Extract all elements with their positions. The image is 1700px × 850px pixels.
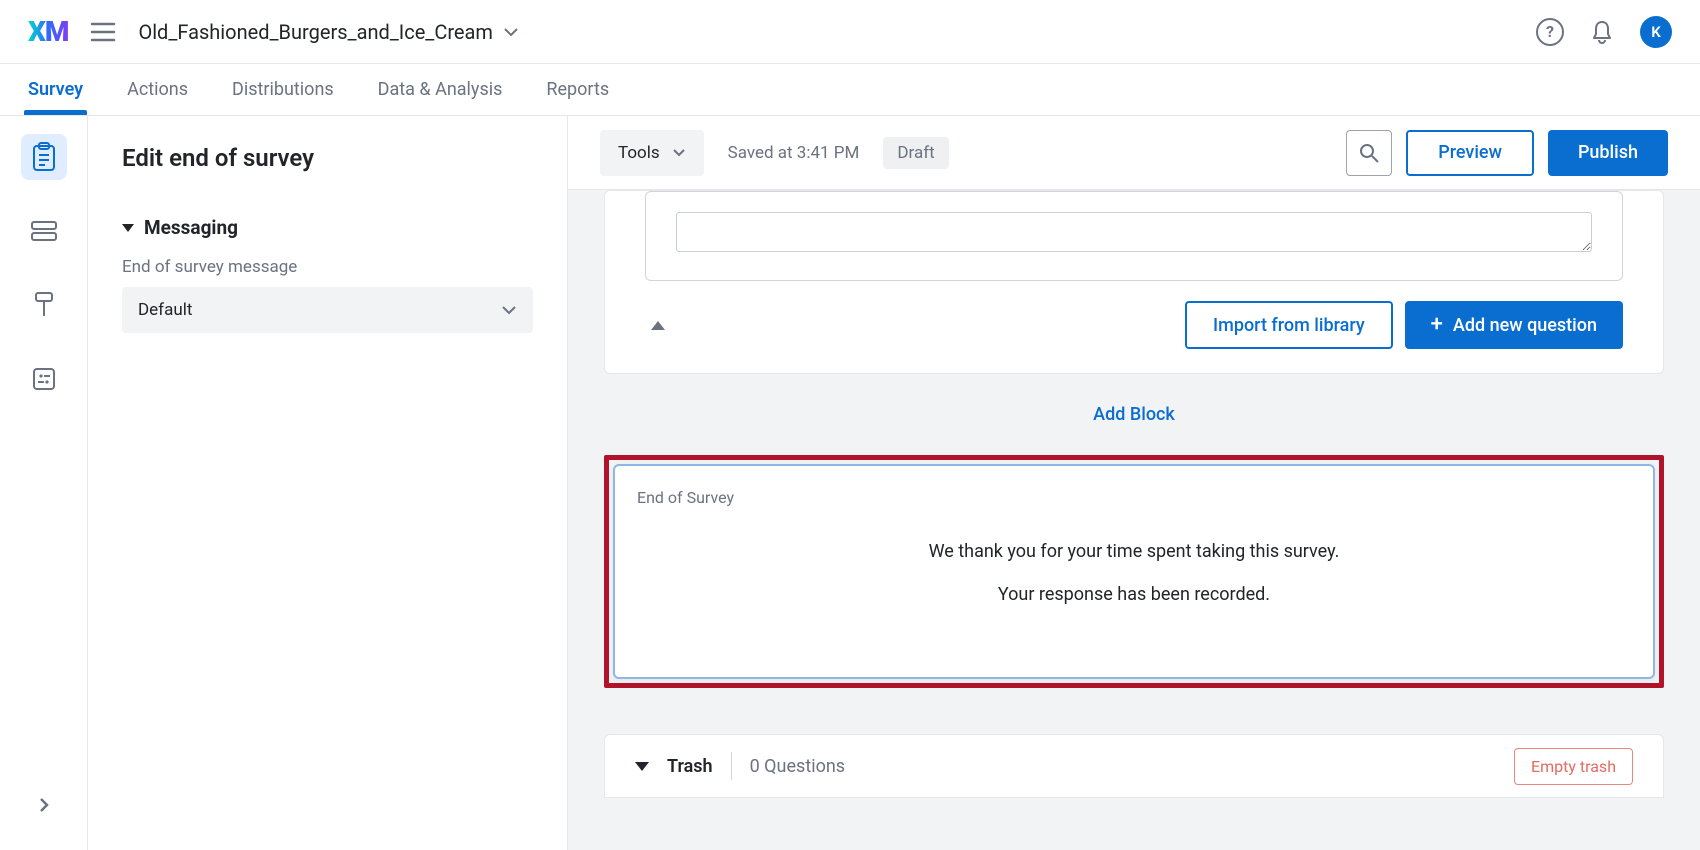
trash-section: Trash 0 Questions Empty trash <box>604 734 1664 798</box>
tab-distributions[interactable]: Distributions <box>232 65 334 114</box>
rail-survey-flow[interactable] <box>21 208 67 254</box>
tools-menu[interactable]: Tools <box>600 130 704 176</box>
rail-survey-options[interactable] <box>21 356 67 402</box>
section-messaging[interactable]: Messaging <box>122 216 533 239</box>
project-name: Old_Fashioned_Burgers_and_Ice_Cream <box>138 20 493 44</box>
end-of-survey-line1: We thank you for your time spent taking … <box>637 541 1631 562</box>
add-block-button[interactable]: Add Block <box>604 404 1664 425</box>
tab-reports[interactable]: Reports <box>546 65 609 114</box>
help-icon[interactable]: ? <box>1536 18 1564 46</box>
eos-message-value: Default <box>138 300 192 320</box>
plus-icon: + <box>1431 314 1443 336</box>
caret-down-icon[interactable] <box>635 762 649 771</box>
rail-look-and-feel[interactable] <box>21 282 67 328</box>
eos-message-select[interactable]: Default <box>122 287 533 333</box>
rail-expand[interactable] <box>21 782 67 828</box>
left-icon-rail <box>0 116 88 850</box>
chevron-down-icon <box>503 27 519 37</box>
tab-survey[interactable]: Survey <box>28 65 83 114</box>
end-of-survey-highlight: End of Survey We thank you for your time… <box>604 455 1664 688</box>
divider <box>731 752 732 780</box>
eos-message-label: End of survey message <box>122 257 533 277</box>
chevron-down-icon <box>672 148 686 157</box>
sidebar-title: Edit end of survey <box>122 144 533 172</box>
caret-down-icon <box>122 224 134 232</box>
rail-survey-builder[interactable] <box>21 134 67 180</box>
tab-data-analysis[interactable]: Data & Analysis <box>378 65 503 114</box>
main-tabs: Survey Actions Distributions Data & Anal… <box>0 64 1700 116</box>
section-messaging-label: Messaging <box>144 216 238 239</box>
sidebar-panel: Edit end of survey Messaging End of surv… <box>88 116 568 850</box>
end-of-survey-heading: End of Survey <box>637 488 1631 507</box>
xm-logo: XM <box>28 15 68 48</box>
empty-trash-button[interactable]: Empty trash <box>1514 748 1633 785</box>
search-button[interactable] <box>1346 130 1392 176</box>
survey-canvas: Tools Saved at 3:41 PM Draft Preview Pub… <box>568 116 1700 850</box>
canvas-toolbar: Tools Saved at 3:41 PM Draft Preview Pub… <box>568 116 1700 190</box>
add-new-question-button[interactable]: + Add new question <box>1405 301 1623 349</box>
chevron-down-icon <box>501 305 517 315</box>
import-from-library-button[interactable]: Import from library <box>1185 301 1393 349</box>
collapse-block-icon[interactable] <box>651 321 665 330</box>
question-frame <box>645 191 1623 281</box>
saved-status: Saved at 3:41 PM <box>728 143 860 163</box>
trash-label: Trash <box>667 756 713 777</box>
question-block: Import from library + Add new question <box>604 190 1664 374</box>
question-text-input[interactable] <box>676 212 1592 252</box>
status-badge: Draft <box>883 137 948 169</box>
end-of-survey-card[interactable]: End of Survey We thank you for your time… <box>613 464 1655 679</box>
publish-button[interactable]: Publish <box>1548 130 1668 176</box>
top-header: XM Old_Fashioned_Burgers_and_Ice_Cream ?… <box>0 0 1700 64</box>
end-of-survey-line2: Your response has been recorded. <box>637 584 1631 605</box>
trash-count: 0 Questions <box>750 756 845 777</box>
avatar[interactable]: K <box>1640 16 1672 48</box>
tab-actions[interactable]: Actions <box>127 65 188 114</box>
menu-icon[interactable] <box>90 21 116 43</box>
preview-button[interactable]: Preview <box>1406 130 1534 176</box>
project-selector[interactable]: Old_Fashioned_Burgers_and_Ice_Cream <box>138 20 519 44</box>
notifications-icon[interactable] <box>1590 20 1614 44</box>
